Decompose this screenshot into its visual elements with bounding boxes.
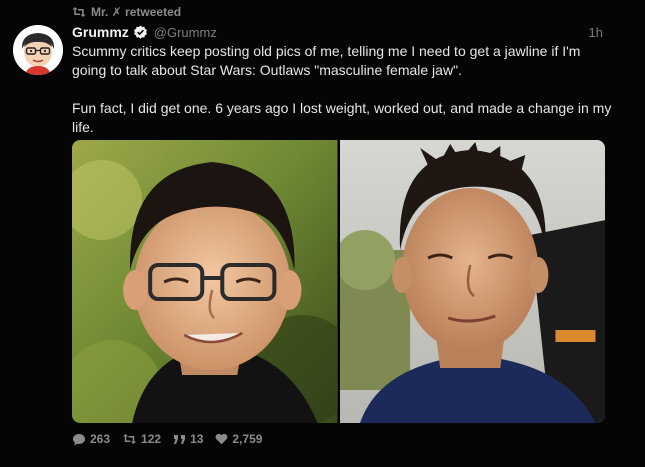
quote-icon (173, 434, 186, 445)
verified-badge-icon (133, 25, 148, 40)
retweet-context[interactable]: Mr. ✗ retweeted (72, 4, 181, 20)
heart-icon (215, 433, 228, 445)
photo-after[interactable] (339, 140, 605, 423)
reply-count: 263 (90, 432, 111, 446)
retweet-count: 122 (141, 432, 162, 446)
tweet-paragraph-2: Fun fact, I did get one. 6 years ago I l… (72, 100, 612, 135)
tweet-card[interactable]: Mr. ✗ retweeted Grummz @Grummz 1h Scummy… (0, 0, 645, 467)
photo-before[interactable] (72, 140, 338, 423)
tweet-body: Scummy critics keep posting old pics of … (72, 42, 612, 137)
retweet-icon (72, 6, 86, 18)
retweet-text: Mr. ✗ retweeted (91, 5, 182, 19)
like-count: 2,759 (232, 432, 263, 446)
reply-icon (72, 433, 86, 446)
tweet-actions: 263 122 13 2,759 (72, 430, 274, 448)
tweet-media[interactable] (72, 140, 605, 423)
retweet-icon (122, 433, 137, 445)
reply-button[interactable]: 263 (72, 432, 110, 446)
retweet-button[interactable]: 122 (122, 432, 161, 446)
author-handle[interactable]: @Grummz (154, 25, 217, 40)
quote-count: 13 (190, 432, 204, 446)
avatar[interactable] (13, 25, 63, 75)
like-button[interactable]: 2,759 (215, 432, 262, 446)
tweet-paragraph-1: Scummy critics keep posting old pics of … (72, 43, 581, 78)
tweet-timestamp[interactable]: 1h (589, 25, 603, 40)
quote-button[interactable]: 13 (173, 432, 203, 446)
author-name[interactable]: Grummz (72, 24, 129, 40)
tweet-header: Grummz @Grummz (72, 23, 605, 41)
